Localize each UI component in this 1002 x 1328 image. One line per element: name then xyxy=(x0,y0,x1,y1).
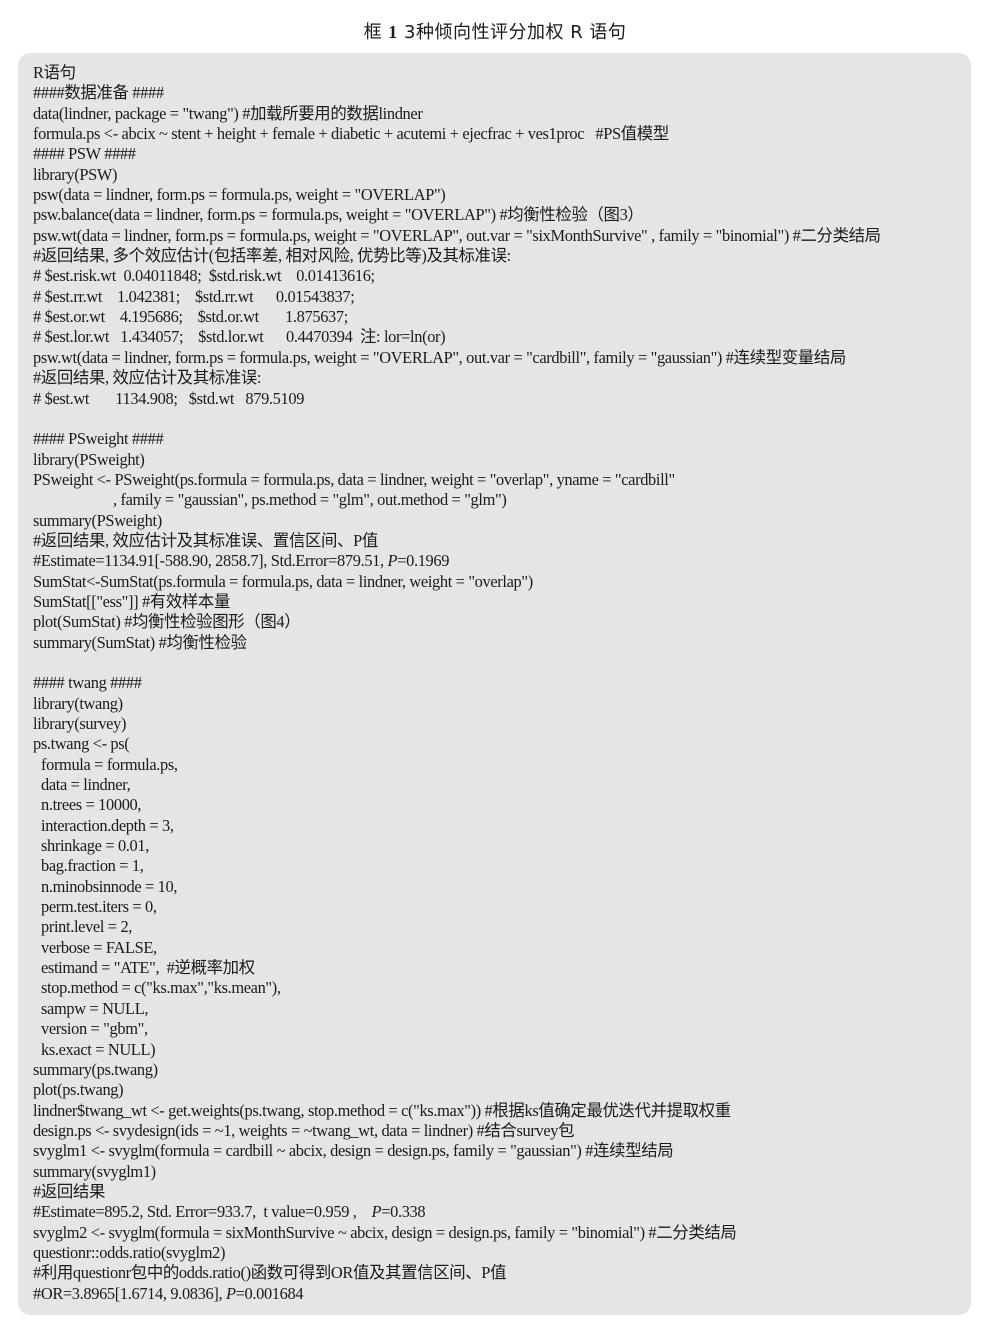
code-line: questionr::odds.ratio(svyglm2) xyxy=(33,1242,226,1262)
code-line: library(survey) xyxy=(33,714,127,733)
code-line: plot(SumStat) #均衡性检验图形（图4） xyxy=(33,612,301,632)
comment-line: # $est.or.wt 4.195686; $std.or.wt 1.8756… xyxy=(33,307,348,327)
code-lines: ####数据准备 #### data(lindner, package = "tw… xyxy=(33,83,971,1304)
result-text: #Estimate=895.2, Std. Error=933.7, t val… xyxy=(33,1202,372,1222)
p-value-symbol: P xyxy=(387,551,398,571)
code-argument-line: n.trees = 10000, xyxy=(41,795,142,815)
code-line: summary(svyglm1) xyxy=(33,1161,156,1181)
box-title-prefix: 框 xyxy=(363,22,383,43)
code-argument-line: stop.method = c("ks.max","ks.mean"), xyxy=(41,978,281,998)
code-argument-line: interaction.depth = 3, xyxy=(41,815,174,835)
comment-line: #返回结果, 多个效应估计(包括率差, 相对风险, 优势比等)及其标准误: xyxy=(33,246,511,266)
code-argument-line: ks.exact = NULL) xyxy=(41,1039,156,1059)
p-value-text: =0.001684 xyxy=(235,1283,304,1303)
code-line: PSweight <- PSweight(ps.formula = formul… xyxy=(33,469,675,489)
code-line: svyglm2 <- svyglm(formula = sixMonthSurv… xyxy=(33,1222,737,1242)
comment-line: #返回结果, 效应估计及其标准误: xyxy=(33,368,262,388)
code-line: ps.twang <- ps( xyxy=(33,734,130,754)
box-title-text: 3种倾向性评分加权 R 语句 xyxy=(404,22,627,43)
code-argument-line: perm.test.iters = 0, xyxy=(41,897,157,917)
code-line: psw.wt(data = lindner, form.ps = formula… xyxy=(33,347,846,367)
code-line: psw.balance(data = lindner, form.ps = fo… xyxy=(33,205,644,225)
code-line: SumStat[["ess"]] #有效样本量 xyxy=(33,591,231,611)
p-value-symbol: P xyxy=(371,1202,382,1222)
code-continuation-line: , family = "gaussian", ps.method = "glm"… xyxy=(113,490,507,510)
r-code-box: R语句 ####数据准备 #### data(lindner, package =… xyxy=(18,53,971,1315)
code-box-heading: R语句 xyxy=(33,63,76,82)
code-line: formula.ps <- abcix ~ stent + height + f… xyxy=(33,124,669,144)
result-text: #Estimate=1134.91[-588.90, 2858.7], Std.… xyxy=(33,551,388,571)
code-argument-line: n.minobsinnode = 10, xyxy=(41,876,178,896)
code-line: library(twang) xyxy=(33,693,123,713)
result-comment-line: #Estimate=895.2, Std. Error=933.7, t val… xyxy=(33,1202,971,1222)
code-argument-line: print.level = 2, xyxy=(41,917,133,937)
code-line: lindner$twang_wt <- get.weights(ps.twang… xyxy=(33,1100,731,1120)
section-header-comment: #### twang #### xyxy=(33,673,142,693)
code-line: plot(ps.twang) xyxy=(33,1080,124,1100)
code-line: summary(SumStat) #均衡性检验 xyxy=(33,632,247,652)
code-line: library(PSweight) xyxy=(33,449,145,469)
code-line: svyglm1 <- svyglm(formula = cardbill ~ a… xyxy=(33,1141,674,1161)
comment-line: #返回结果 xyxy=(33,1181,106,1201)
code-argument-line: formula = formula.ps, xyxy=(41,754,178,774)
code-line: data(lindner, package = "twang") #加载所要用的… xyxy=(33,103,423,123)
comment-line: #利用questionr包中的odds.ratio()函数可得到OR值及其置信区… xyxy=(33,1263,507,1283)
code-argument-line: version = "gbm", xyxy=(41,1019,148,1039)
code-argument-line: sampw = NULL, xyxy=(41,998,149,1018)
code-argument-line: estimand = "ATE", #逆概率加权 xyxy=(41,958,255,978)
result-text: #OR=3.8965[1.6714, 9.0836], xyxy=(33,1283,226,1303)
comment-line: # $est.wt 1134.908; $std.wt 879.5109 xyxy=(33,388,305,408)
p-value-text: =0.1969 xyxy=(397,551,450,571)
code-line: summary(PSweight) xyxy=(33,510,162,530)
code-argument-line: verbose = FALSE, xyxy=(41,937,157,957)
code-line: psw.wt(data = lindner, form.ps = formula… xyxy=(33,225,881,245)
box-title-number: 1 xyxy=(388,22,398,42)
section-header-comment: #### PSW #### xyxy=(33,144,136,164)
section-header-comment: #### PSweight #### xyxy=(33,429,164,449)
comment-line: #返回结果, 效应估计及其标准误、置信区间、P值 xyxy=(33,530,378,550)
comment-line: # $est.lor.wt 1.434057; $std.lor.wt 0.44… xyxy=(33,327,446,347)
code-argument-line: data = lindner, xyxy=(41,775,131,795)
code-argument-line: bag.fraction = 1, xyxy=(41,856,144,876)
code-line: design.ps <- svydesign(ids = ~1, weights… xyxy=(33,1120,575,1140)
section-header-comment: ####数据准备 #### xyxy=(33,83,164,103)
code-line: SumStat<-SumStat(ps.formula = formula.ps… xyxy=(33,571,533,591)
comment-line: # $est.rr.wt 1.042381; $std.rr.wt 0.0154… xyxy=(33,286,355,306)
box-title: 框 1 3种倾向性评分加权 R 语句 xyxy=(0,18,990,44)
code-argument-line: shrinkage = 0.01, xyxy=(41,836,149,856)
result-comment-line: #OR=3.8965[1.6714, 9.0836], P=0.001684 xyxy=(33,1284,971,1304)
p-value-text: =0.338 xyxy=(381,1202,426,1222)
p-value-symbol: P xyxy=(225,1283,236,1303)
code-line: summary(ps.twang) xyxy=(33,1059,158,1079)
code-line: psw(data = lindner, form.ps = formula.ps… xyxy=(33,185,446,205)
code-line: library(PSW) xyxy=(33,164,118,184)
comment-line: # $est.risk.wt 0.04011848; $std.risk.wt … xyxy=(33,266,375,286)
result-comment-line: #Estimate=1134.91[-588.90, 2858.7], Std.… xyxy=(33,551,971,571)
